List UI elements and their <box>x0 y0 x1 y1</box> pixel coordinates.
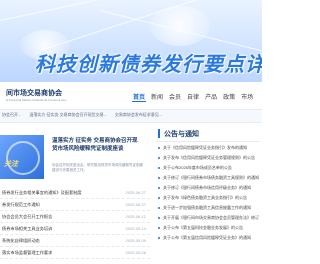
thumbnail-label: 关注 <box>4 161 18 168</box>
list-item[interactable]: 关于《信用风险缓释凭证业务指引》发布的通知 <box>156 143 260 153</box>
list-item[interactable]: 关于公布《第五届信用风险缓释凭证业务》的通知 <box>156 233 260 243</box>
news-title[interactable]: 券发行规范工作通知 <box>2 202 40 208</box>
list-item[interactable]: 关于修订《银行间债券市场债务融资工具规则》的通知 <box>156 173 260 183</box>
bullet-icon <box>158 217 160 219</box>
nav-item-policy[interactable]: 政策 <box>222 92 236 102</box>
list-item[interactable]: 关于发布《信用风险缓释凭证业务管理规则》的公告 <box>156 153 260 163</box>
nav-item-products[interactable]: 产品 <box>204 92 218 102</box>
news-date: 2025-05-09 <box>125 238 146 243</box>
news-title[interactable]: 落实市场监督管理工作要求 <box>2 250 52 256</box>
featured-description: 协会召开相关座谈会，研究推动现货市场风险缓释凭证制度建设与完善相关工作。 <box>52 163 143 172</box>
list-item[interactable]: 关于修订《银行间债券市场信用评级业务》的通知 <box>156 183 260 193</box>
thumbnail-ring-decor <box>6 141 40 175</box>
list-item[interactable]: 落实市场监督管理工作要求 2025-05-06 <box>0 247 150 259</box>
bullet-icon <box>158 157 160 159</box>
announcement-title[interactable]: 关于发布《信用风险缓释凭证业务管理规则》的公告 <box>163 155 259 161</box>
hero-title: 科技创新债券发行要点详解 <box>35 54 262 76</box>
featured-thumbnail[interactable]: 关注 <box>0 135 44 179</box>
announcement-title[interactable]: 关于开展《银行间市场交易商协会会员管理办法》修订的通知 <box>163 215 259 221</box>
bullet-icon <box>158 147 160 149</box>
news-title[interactable]: 系统化自律组织动态 <box>2 238 40 244</box>
featured-title[interactable]: 温落实方 征实务 交易商协会召开现货市场风险缓释凭证制度座谈 <box>52 137 142 153</box>
list-item[interactable]: 关于公布《第五届科技金融业务发展》的公告 <box>156 223 260 233</box>
announcement-title[interactable]: 关于《信用风险缓释凭证业务指引》发布的通知 <box>163 145 259 151</box>
news-list: 债券发行业务相关事宜的通知》及配套制度 2025-06-27 券发行规范工作通知… <box>0 187 150 259</box>
news-ticker: 协会召开... 温落实方 征实务 交易商协会召开现货交易... 交易商协会发布征… <box>0 110 262 123</box>
nav-item-home[interactable]: 首页 <box>132 92 147 102</box>
list-item[interactable]: 关于公布2025年度市场成员名单的公告 <box>156 163 260 173</box>
nav-item-members[interactable]: 会员 <box>168 92 182 102</box>
bullet-icon <box>158 237 160 239</box>
ticker-item[interactable]: 协会召开... <box>2 112 21 118</box>
hero-glow <box>150 6 210 46</box>
list-item[interactable]: 关于开展《银行间市场交易商协会会员管理办法》修订的通知 <box>156 213 260 223</box>
news-date: 2025-05-06 <box>125 250 146 255</box>
announcement-title[interactable]: 关于进一步加强债务融资工具信息披露工作的通知 <box>163 205 259 211</box>
bullet-icon <box>158 187 160 189</box>
ticker-item[interactable]: 温落实方 征实务 交易商协会召开现货交易... <box>29 112 107 118</box>
list-item[interactable]: 系统化自律组织动态 2025-05-09 <box>0 235 150 247</box>
section-accent-bar <box>158 129 160 138</box>
list-item[interactable]: 关于发布《绿色债务融资工具业务指引》的公告 <box>156 193 260 203</box>
announcements-header: 公告与通知 <box>156 127 260 142</box>
announcement-title[interactable]: 关于修订《银行间债券市场信用评级业务》的通知 <box>163 185 259 191</box>
list-item[interactable]: 债券发行业务相关事宜的通知》及配套制度 2025-06-27 <box>0 187 150 199</box>
news-date: 2025-05-14 <box>125 226 146 231</box>
org-subtitle: al Financial Market Institutional Invest… <box>6 98 69 102</box>
news-title[interactable]: 债券市场相关工具业务培训 <box>2 226 52 232</box>
announcements-title[interactable]: 公告与通知 <box>164 129 199 139</box>
announcements-list: 关于《信用风险缓释凭证业务指引》发布的通知 关于发布《信用风险缓释凭证业务管理规… <box>156 143 260 243</box>
announcement-title[interactable]: 关于发布《绿色债务融资工具业务指引》的公告 <box>163 195 259 201</box>
list-item[interactable]: 关于进一步加强债务融资工具信息披露工作的通知 <box>156 203 260 213</box>
bullet-icon <box>158 177 160 179</box>
news-date: 2025-06-12 <box>125 214 146 219</box>
bullet-icon <box>158 227 160 229</box>
bullet-icon <box>158 207 160 209</box>
nav-item-self-regulation[interactable]: 自律 <box>186 92 200 102</box>
announcement-title[interactable]: 关于公布《第五届信用风险缓释凭证业务》的通知 <box>163 235 259 241</box>
list-item[interactable]: 债券市场相关工具业务培训 2025-05-14 <box>0 223 150 235</box>
nav-item-market[interactable]: 市场 <box>240 92 254 102</box>
nav-item-news[interactable]: 新闻 <box>150 92 164 102</box>
main-nav: 首页 新闻 会员 自律 产品 政策 市场 <box>132 92 254 102</box>
bullet-icon <box>158 167 160 169</box>
ticker-item[interactable]: 交易商协会发布征求意见... <box>115 112 162 118</box>
announcement-title[interactable]: 关于修订《银行间债券市场债务融资工具规则》的通知 <box>163 175 259 181</box>
featured-news: 关注 温落实方 征实务 交易商协会召开现货市场风险缓释凭证制度座谈 协会召开相关… <box>0 127 150 187</box>
list-item[interactable]: 券发行规范工作通知 2025-06-27 <box>0 199 150 211</box>
bullet-icon <box>158 197 160 199</box>
news-title[interactable]: 协会会员大会召开工作报告 <box>2 214 52 220</box>
news-date: 2025-06-27 <box>125 202 146 207</box>
org-name[interactable]: 间市场交易商协会 <box>6 88 62 98</box>
announcement-title[interactable]: 关于公布2025年度市场成员名单的公告 <box>163 165 259 171</box>
list-item[interactable]: 协会会员大会召开工作报告 2025-06-12 <box>0 211 150 223</box>
hero-banner: 科技创新债券发行要点详解 <box>0 0 262 82</box>
news-title[interactable]: 债券发行业务相关事宜的通知》及配套制度 <box>2 190 82 196</box>
announcements-panel: 公告与通知 关于《信用风险缓释凭证业务指引》发布的通知 关于发布《信用风险缓释凭… <box>156 127 260 264</box>
news-date: 2025-06-27 <box>125 190 146 195</box>
announcement-title[interactable]: 关于公布《第五届科技金融业务发展》的公告 <box>163 225 259 231</box>
